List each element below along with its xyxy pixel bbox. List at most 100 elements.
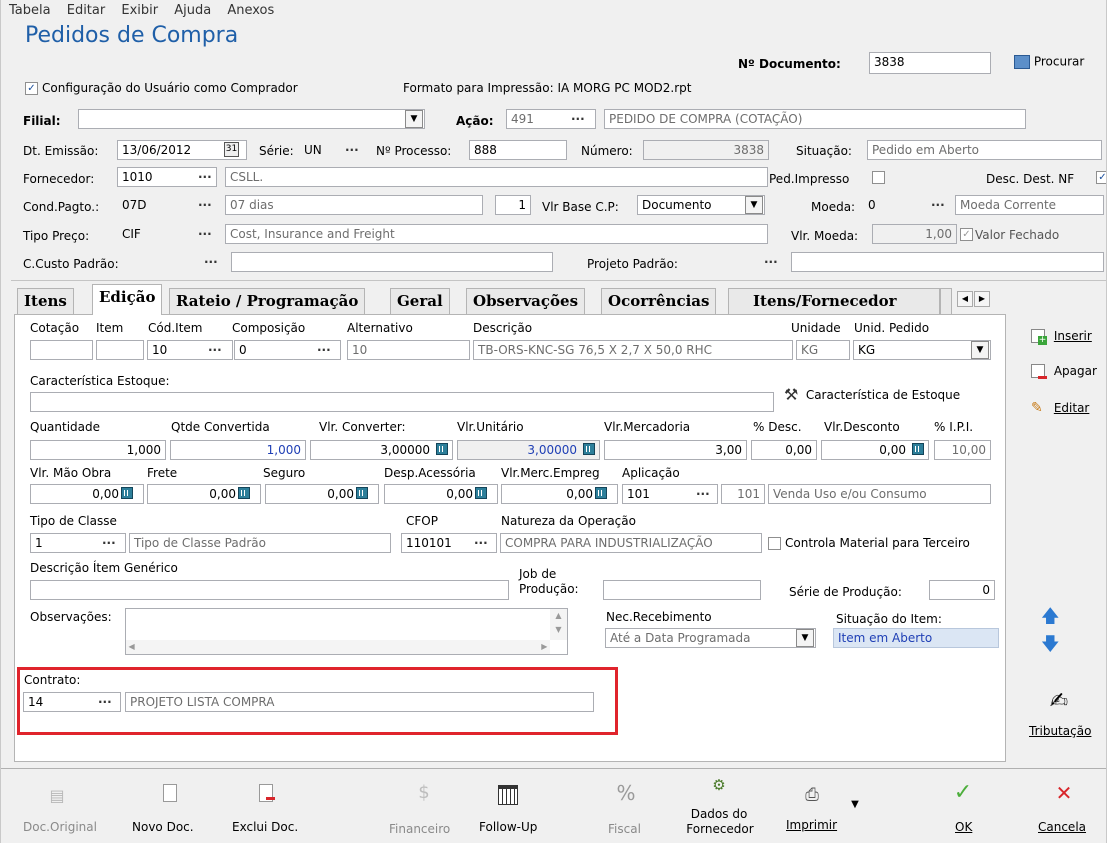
nec-receb-select[interactable]: Até a Data Programada [605, 628, 816, 648]
tipo-classe-lookup-button[interactable]: ··· [102, 535, 116, 551]
move-up-arrow-icon[interactable]: 🡅 [1041, 608, 1060, 626]
mao-obra-calculator-icon[interactable] [121, 487, 133, 499]
acao-label: Ação: [456, 114, 494, 128]
observacoes-hscrollbar[interactable]: ◀ ▶ [126, 640, 550, 654]
tab-scroll-left-icon[interactable]: ◀ [957, 291, 973, 307]
vlr-conv-field[interactable]: 3,00000 [310, 440, 453, 460]
process-field[interactable]: 888 [469, 140, 567, 160]
tributacao-button[interactable]: Tributação [1029, 724, 1091, 739]
doc-original-button[interactable]: Doc.Original [23, 820, 97, 834]
doc-number-field[interactable]: 3838 [869, 52, 991, 74]
imprimir-button[interactable]: Imprimir [786, 818, 837, 832]
dados-fornecedor-line1[interactable]: Dados do [684, 807, 754, 821]
cond-pagto-lookup-button[interactable]: ··· [198, 197, 212, 213]
tab-observacoes[interactable]: Observações [466, 288, 586, 314]
vlr-desc-calculator-icon[interactable] [912, 443, 924, 455]
calendar-icon[interactable]: 31 [224, 142, 239, 157]
fiscal-button[interactable]: Fiscal [608, 822, 641, 836]
move-down-arrow-icon[interactable]: 🡇 [1041, 636, 1060, 654]
contrato-lookup-button[interactable]: ··· [98, 694, 112, 710]
nec-receb-dropdown-arrow[interactable]: ▼ [796, 629, 814, 647]
print-options-dropdown-icon[interactable]: ▼ [849, 800, 861, 810]
menu-tabela[interactable]: Tabela [9, 3, 51, 18]
tab-geral[interactable]: Geral [390, 288, 450, 314]
cond-pagto-desc-field: 07 dias [225, 195, 483, 215]
inserir-button[interactable]: + Inserir [1031, 326, 1092, 345]
acao-lookup-button[interactable]: ··· [571, 111, 585, 127]
ipi-label: % I.P.I. [934, 420, 974, 434]
exclui-doc-button[interactable]: Exclui Doc. [232, 820, 298, 834]
frete-calculator-icon[interactable] [238, 487, 250, 499]
cancela-button[interactable]: Cancela [1038, 820, 1086, 834]
fornecedor-lookup-button[interactable]: ··· [198, 169, 212, 185]
menu-editar[interactable]: Editar [67, 3, 106, 18]
serie-prod-field[interactable]: 0 [929, 580, 995, 600]
page-title: Pedidos de Compra [25, 23, 239, 48]
tab-overflow[interactable] [940, 288, 952, 314]
vlr-merc-field[interactable]: 3,00 [604, 440, 747, 460]
vlr-merc-emp-label: Vlr.Merc.Empreg [501, 466, 600, 480]
tipo-preco-lookup-button[interactable]: ··· [198, 226, 212, 242]
tab-itens-fornecedor[interactable]: Itens/Fornecedor [728, 288, 940, 314]
menu-ajuda[interactable]: Ajuda [174, 3, 211, 18]
tab-rateio[interactable]: Rateio / Programação [169, 288, 366, 314]
financeiro-button[interactable]: Financeiro [389, 822, 450, 836]
filial-label: Filial: [23, 114, 61, 128]
composicao-label: Composição [232, 321, 306, 335]
job-producao-field[interactable] [603, 580, 761, 600]
vlr-conv-calculator-icon[interactable] [436, 443, 448, 455]
menu-anexos[interactable]: Anexos [227, 3, 274, 18]
vlr-merc-emp-calculator-icon[interactable] [595, 487, 607, 499]
caract-estoque-button[interactable]: ⚒ Característica de Estoque [784, 386, 960, 406]
desc-generico-field[interactable] [30, 580, 509, 600]
tab-itens[interactable]: Itens [17, 288, 74, 314]
cotacao-field[interactable] [30, 340, 93, 360]
natureza-label: Natureza da Operação [501, 514, 636, 528]
ok-button[interactable]: OK [955, 820, 972, 834]
item-field[interactable] [96, 340, 144, 360]
tab-scroll-right-icon[interactable]: ▶ [974, 291, 990, 307]
desp-calculator-icon[interactable] [475, 487, 487, 499]
unid-pedido-dropdown-arrow[interactable]: ▼ [971, 341, 989, 359]
aplicacao-label: Aplicação [622, 466, 680, 480]
vlr-unit-calculator-icon[interactable] [583, 443, 595, 455]
tributacao-icon[interactable]: ✍ [1047, 690, 1071, 714]
quantidade-field[interactable]: 1,000 [30, 440, 166, 460]
supplier-data-icon: ⚙ [712, 776, 726, 794]
tab-ocorrencias[interactable]: Ocorrências [601, 288, 717, 314]
doc-original-icon: ▤ [49, 786, 65, 805]
composicao-lookup-button[interactable]: ··· [317, 342, 331, 358]
menu-exibir[interactable]: Exibir [121, 3, 158, 18]
cond-pagto-number-field[interactable]: 1 [495, 195, 531, 215]
cod-item-lookup-button[interactable]: ··· [208, 342, 222, 358]
desc-dest-nf-checkbox[interactable]: ✓ [1096, 171, 1106, 184]
search-button[interactable]: Procurar [1014, 54, 1084, 74]
valor-fechado-checkbox[interactable]: ✓ [960, 228, 973, 241]
filial-dropdown-arrow[interactable]: ▼ [405, 110, 423, 128]
moeda-lookup-button[interactable]: ··· [931, 197, 945, 213]
observacoes-vscrollbar[interactable]: ▲ ▼ [550, 609, 567, 640]
follow-up-button[interactable]: Follow-Up [479, 820, 537, 834]
tab-edicao[interactable]: Edição [92, 284, 163, 315]
config-user-checkbox[interactable]: ✓ [25, 82, 38, 95]
fiscal-percent-icon: % [616, 781, 636, 805]
editar-button[interactable]: ✎ Editar [1031, 398, 1089, 416]
cfop-lookup-button[interactable]: ··· [474, 535, 488, 551]
dados-fornecedor-line2[interactable]: Fornecedor [680, 822, 760, 836]
natureza-field: COMPRA PARA INDUSTRIALIZAÇÃO [500, 533, 762, 553]
projeto-lookup-button[interactable]: ··· [764, 254, 778, 270]
desc-pct-field[interactable]: 0,00 [751, 440, 817, 460]
ccusto-lookup-button[interactable]: ··· [204, 254, 218, 270]
serie-lookup-button[interactable]: ··· [345, 142, 359, 158]
vlr-base-dropdown-arrow[interactable]: ▼ [745, 196, 763, 214]
novo-doc-button[interactable]: Novo Doc. [132, 820, 194, 834]
projeto-label: Projeto Padrão: [587, 257, 678, 271]
qtde-conv-field[interactable]: 1,000 [170, 440, 306, 460]
apagar-button[interactable]: Apagar [1031, 361, 1097, 379]
ped-impresso-checkbox[interactable] [872, 171, 885, 184]
filial-select[interactable] [78, 109, 425, 129]
aplicacao-lookup-button[interactable]: ··· [696, 486, 710, 502]
seguro-calculator-icon[interactable] [356, 487, 368, 499]
controla-material-checkbox[interactable] [768, 537, 781, 550]
caract-estoque-field[interactable] [30, 392, 774, 412]
